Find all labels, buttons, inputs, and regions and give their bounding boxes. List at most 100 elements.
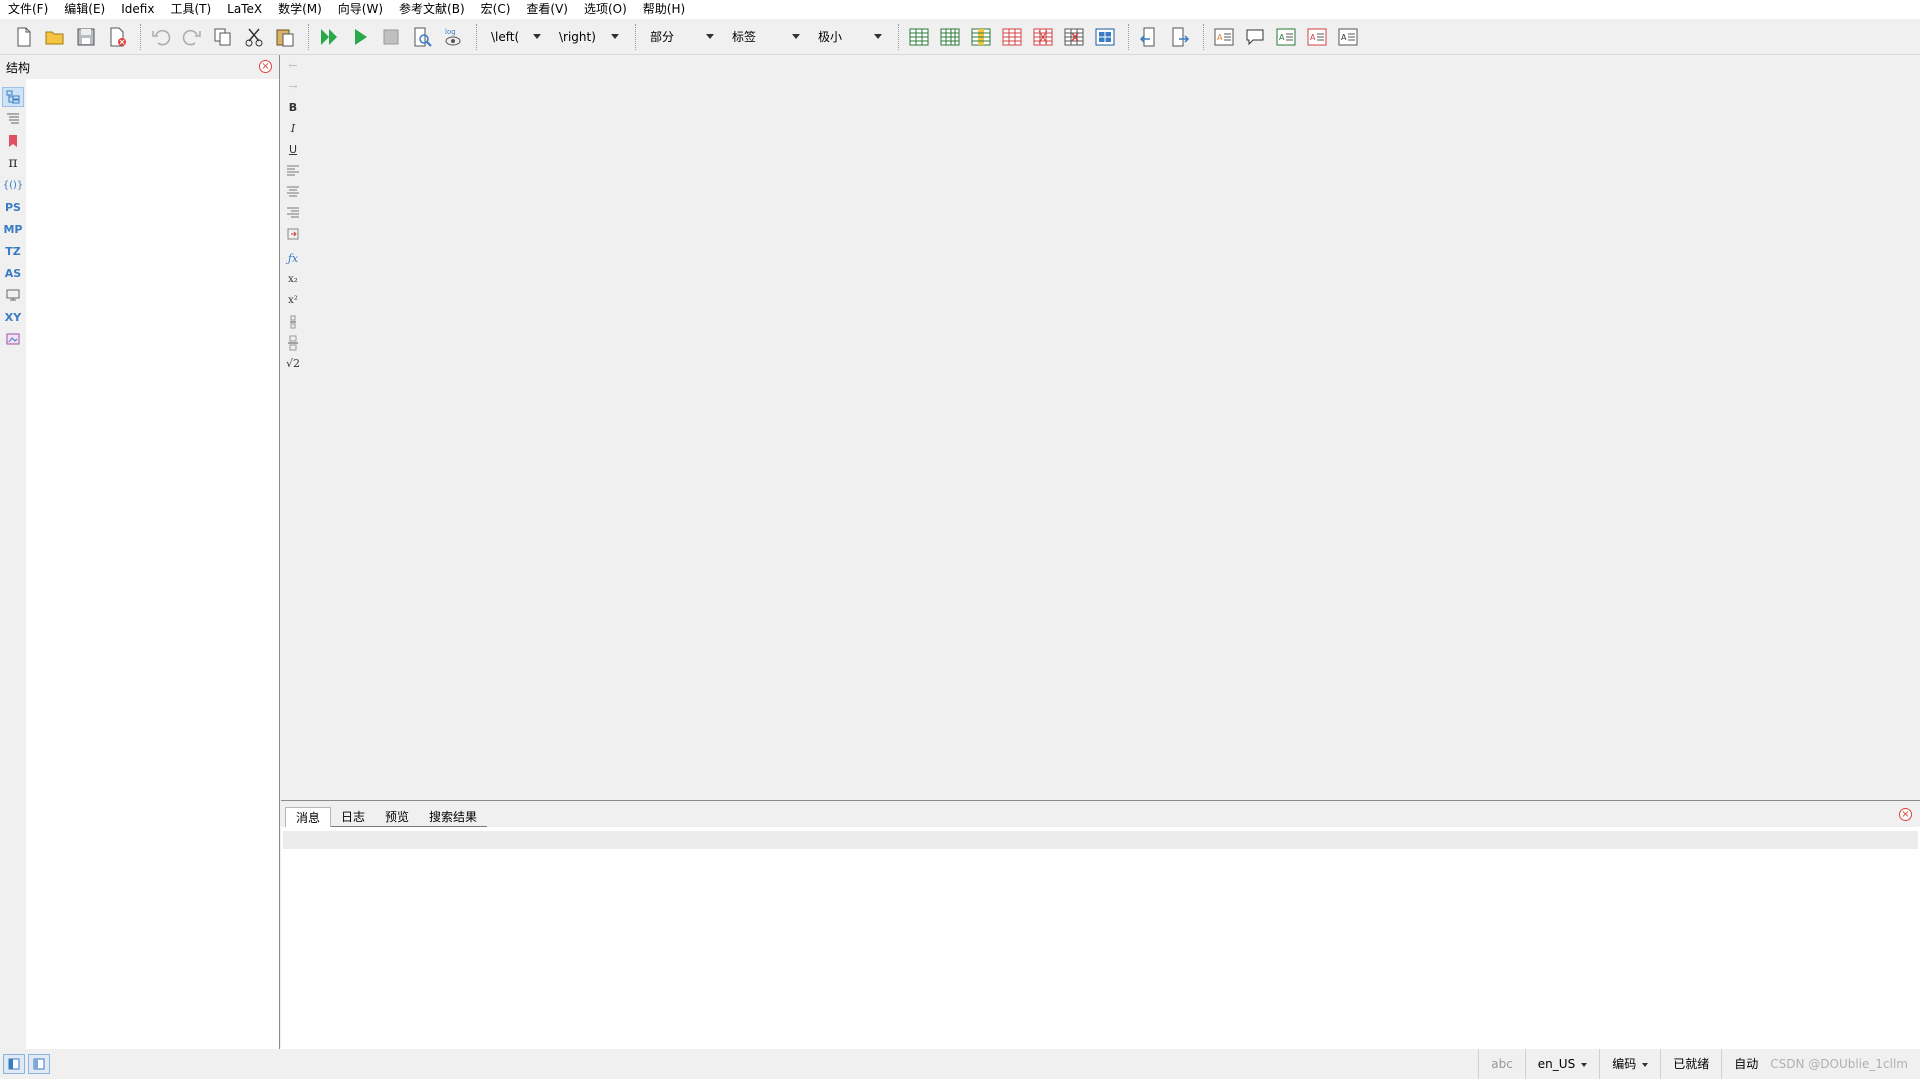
tab-preview[interactable]: 预览 [375,807,420,827]
dfrac-button[interactable] [282,332,304,353]
open-file-button[interactable] [41,23,69,51]
braces-button[interactable]: {()} [2,175,24,195]
undo-button[interactable] [147,23,175,51]
tikz-button[interactable]: TZ [2,241,24,261]
stop-button[interactable] [377,23,405,51]
underline-button[interactable]: U [282,139,304,160]
redo-button[interactable] [178,23,206,51]
new-line-button[interactable] [282,223,304,244]
text-red-button[interactable]: A [1303,23,1331,51]
tab-search-results[interactable]: 搜索结果 [419,807,488,827]
structure-view-button[interactable] [2,87,24,107]
text-frame-button[interactable]: A [1210,23,1238,51]
paste-icon [276,29,294,46]
menu-math[interactable]: 数学(M) [270,0,330,19]
paste-button[interactable] [271,23,299,51]
fraction-button[interactable] [282,311,304,332]
align-right-button[interactable] [282,202,304,223]
insert-table-button[interactable] [905,23,933,51]
svg-text:A: A [1279,33,1285,42]
menu-options[interactable]: 选项(O) [576,0,635,19]
import-document-button[interactable] [1135,23,1163,51]
new-file-button[interactable] [10,23,38,51]
subscript-button[interactable]: x₂ [282,269,304,290]
toggle-structure-button[interactable] [3,1054,25,1074]
toolbar-separator [635,23,636,50]
menu-tools[interactable]: 工具(T) [162,0,219,19]
bookmarks-button[interactable] [2,131,24,151]
metapost-button[interactable]: MP [2,219,24,239]
tab-log[interactable]: 日志 [331,807,376,827]
menu-file[interactable]: 文件(F) [6,0,56,19]
cut-icon [245,28,263,46]
display-fraction-icon [288,335,298,350]
export-document-button[interactable] [1166,23,1194,51]
save-button[interactable] [72,23,100,51]
text-green-button[interactable]: A [1272,23,1300,51]
xymatrix-button[interactable]: XY [2,307,24,327]
align-center-button[interactable] [282,181,304,202]
menu-edit[interactable]: 编辑(E) [56,0,113,19]
align-left-button[interactable] [282,160,304,181]
math-symbols-button[interactable]: π [2,153,24,173]
back-button[interactable]: ← [282,55,304,76]
compile-button[interactable] [346,23,374,51]
chevron-down-icon [611,34,619,39]
forward-button[interactable]: → [282,76,304,97]
close-messages-panel-icon[interactable]: × [1899,808,1912,821]
left-delimiter-select[interactable]: \left( [483,25,545,49]
menu-idefix[interactable]: Idefix [113,0,162,19]
toc-view-button[interactable] [2,109,24,129]
spellcheck-indicator[interactable]: abc [1478,1049,1525,1079]
editor-area[interactable] [281,55,1920,800]
cut-button[interactable] [240,23,268,51]
function-button[interactable]: ƒx [282,248,304,269]
fraction-icon [290,315,296,328]
build-and-view-button[interactable] [315,23,343,51]
source-view-button[interactable] [2,285,24,305]
chevron-down-icon [706,34,714,39]
remove-row-button[interactable] [998,23,1026,51]
pstricks-button[interactable]: PS [2,197,24,217]
text-plain-button[interactable]: A [1334,23,1362,51]
remove-column-button[interactable] [1029,23,1057,51]
status-ready: 已就绪 [1660,1049,1721,1079]
menu-latex[interactable]: LaTeX [219,0,270,19]
section-select[interactable]: 部分 [642,25,718,49]
menu-view[interactable]: 查看(V) [518,0,576,19]
label-select[interactable]: 标签 [724,25,804,49]
comment-button[interactable] [1241,23,1269,51]
encoding-select[interactable]: 编码 [1599,1049,1660,1079]
close-file-button[interactable] [103,23,131,51]
view-pdf-button[interactable] [408,23,436,51]
toggle-messages-button[interactable] [28,1054,50,1074]
right-delimiter-select[interactable]: \right) [551,25,623,49]
font-size-value: 极小 [818,30,843,44]
sqrt-button[interactable]: √2 [282,353,304,374]
svg-text:A: A [1217,33,1223,42]
align-left-icon [287,165,299,175]
toolbar-separator [308,23,309,50]
font-size-select[interactable]: 极小 [810,25,886,49]
menu-wizard[interactable]: 向导(W) [330,0,391,19]
menu-bibliography[interactable]: 参考文献(B) [391,0,473,19]
user-panel-button[interactable] [2,329,24,349]
view-log-button[interactable]: log [439,23,467,51]
italic-button[interactable]: I [282,118,304,139]
bold-button[interactable]: B [282,97,304,118]
table-grid-button[interactable] [936,23,964,51]
menu-help[interactable]: 帮助(H) [635,0,693,19]
remove-cell-button[interactable] [1060,23,1088,51]
copy-button[interactable] [209,23,237,51]
asymptote-button[interactable]: AS [2,263,24,283]
table-format-button[interactable] [1091,23,1119,51]
menu-bar: 文件(F) 编辑(E) Idefix 工具(T) LaTeX 数学(M) 向导(… [0,0,1920,19]
menu-macros[interactable]: 宏(C) [473,0,519,19]
table-column-button[interactable] [967,23,995,51]
structure-panel-title: 结构 [6,60,31,75]
close-structure-panel-icon[interactable]: × [259,60,272,73]
superscript-button[interactable]: x² [282,290,304,311]
language-select[interactable]: en_US [1524,1049,1599,1079]
play-icon [355,28,367,45]
tab-messages[interactable]: 消息 [285,807,332,827]
